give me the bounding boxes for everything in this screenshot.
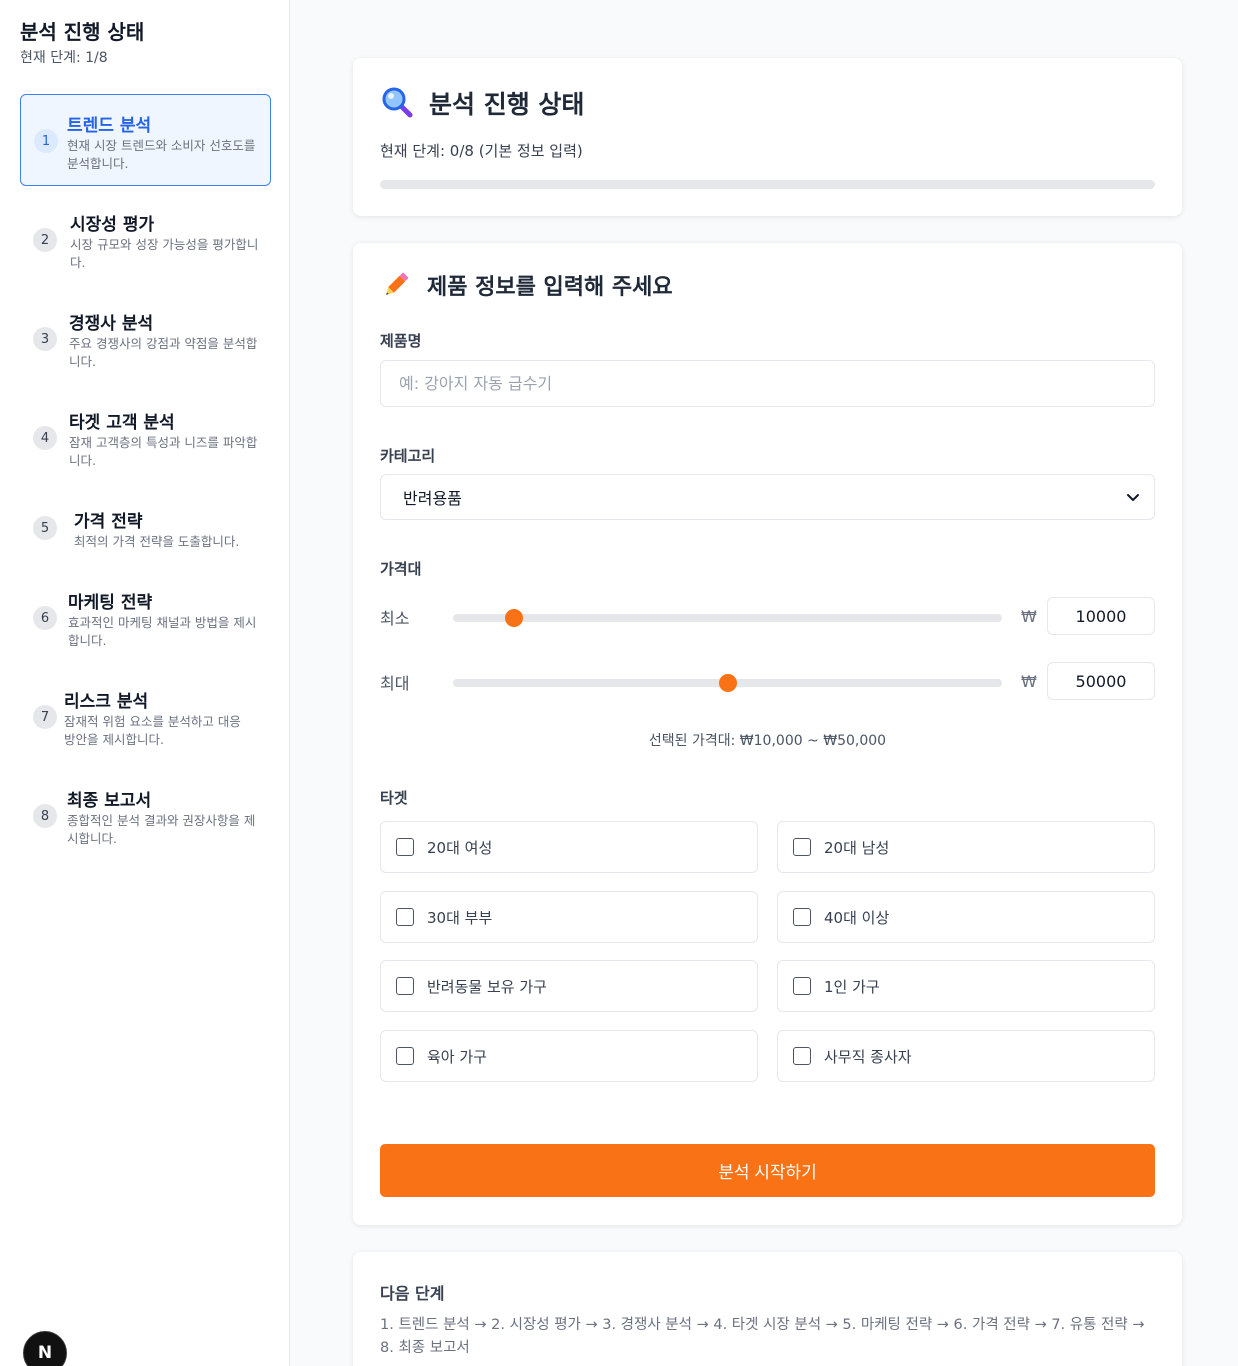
min-price-label: 최소 <box>380 609 410 628</box>
checkbox[interactable] <box>396 977 414 995</box>
target-option[interactable]: 20대 남성 <box>777 821 1155 873</box>
status-title: 분석 진행 상태 <box>429 90 585 119</box>
target-label: 타겟 <box>380 789 408 807</box>
checkbox[interactable] <box>793 1047 811 1065</box>
step-title: 가격 전략 <box>74 512 143 532</box>
target-option[interactable]: 40대 이상 <box>777 891 1155 943</box>
price-range-summary: 선택된 가격대: ₩10,000 ~ ₩50,000 <box>648 733 887 749</box>
sidebar: 분석 진행 상태 현재 단계: 1/8 1 트렌드 분석 현재 시장 트렌드와 … <box>0 0 290 1366</box>
step-competitor[interactable]: 3 경쟁사 분석 주요 경쟁사의 강점과 약점을 분석합니다. <box>20 299 271 391</box>
target-option-label: 40대 이상 <box>824 908 890 927</box>
step-number: 1 <box>34 129 58 153</box>
target-option[interactable]: 30대 부부 <box>380 891 758 943</box>
magnifier-icon <box>381 86 415 120</box>
status-progress-text: 현재 단계: 0/8 (기본 정보 입력) <box>380 142 583 160</box>
step-desc: 현재 시장 트렌드와 소비자 선호도를 분석합니다. <box>67 138 256 171</box>
form-title: 제품 정보를 입력해 주세요 <box>427 275 673 300</box>
step-desc: 종합적인 분석 결과와 권장사항을 제시합니다. <box>67 813 256 846</box>
step-desc: 최적의 가격 전략을 도출합니다. <box>74 534 240 549</box>
max-price-label: 최대 <box>380 674 410 693</box>
sidebar-title: 분석 진행 상태 <box>20 20 145 44</box>
step-title: 리스크 분석 <box>64 692 149 712</box>
target-option-label: 20대 여성 <box>427 838 493 857</box>
pencil-icon <box>381 270 411 300</box>
target-option[interactable]: 반려동물 보유 가구 <box>380 960 758 1012</box>
step-desc: 잠재 고객층의 특성과 니즈를 파악합니다. <box>69 435 258 468</box>
checkbox[interactable] <box>396 1047 414 1065</box>
step-title: 마케팅 전략 <box>68 593 153 613</box>
max-price-input[interactable]: 50000 <box>1047 662 1155 700</box>
step-marketing[interactable]: 6 마케팅 전략 효과적인 마케팅 채널과 방법을 제시합니다. <box>20 578 271 670</box>
category-selected-value: 반려용품 <box>403 489 462 508</box>
min-currency-symbol: ₩ <box>1021 607 1037 626</box>
step-number: 6 <box>33 606 57 630</box>
next-steps-flow: 1. 트렌드 분석 → 2. 시장성 평가 → 3. 경쟁사 분석 → 4. 타… <box>380 1317 1145 1356</box>
step-title: 경쟁사 분석 <box>69 314 154 334</box>
step-desc: 잠재적 위험 요소를 분석하고 대응 방안을 제시합니다. <box>64 714 241 747</box>
status-card: 분석 진행 상태 현재 단계: 0/8 (기본 정보 입력) <box>353 58 1182 216</box>
category-label: 카테고리 <box>380 447 436 465</box>
step-number: 3 <box>33 327 57 351</box>
next-steps-title: 다음 단계 <box>380 1284 445 1303</box>
target-option-label: 사무직 종사자 <box>824 1047 912 1066</box>
max-price-slider[interactable] <box>453 674 1002 692</box>
checkbox[interactable] <box>793 977 811 995</box>
target-option-label: 1인 가구 <box>824 977 880 996</box>
step-title: 타겟 고객 분석 <box>69 413 175 433</box>
step-title: 시장성 평가 <box>70 215 155 235</box>
target-option[interactable]: 육아 가구 <box>380 1030 758 1082</box>
target-option-label: 20대 남성 <box>824 838 890 857</box>
step-number: 7 <box>33 705 57 729</box>
checkbox[interactable] <box>793 908 811 926</box>
checkbox[interactable] <box>396 838 414 856</box>
form-title-row: 제품 정보를 입력해 주세요 <box>381 269 673 301</box>
checkbox[interactable] <box>396 908 414 926</box>
target-option-label: 반려동물 보유 가구 <box>427 977 547 996</box>
step-title: 트렌드 분석 <box>67 116 152 136</box>
step-final-report[interactable]: 8 최종 보고서 종합적인 분석 결과와 권장사항을 제시합니다. <box>20 776 271 868</box>
max-price-thumb[interactable] <box>718 674 737 692</box>
category-select[interactable]: 반려용품 <box>380 474 1155 520</box>
step-number: 8 <box>33 804 57 828</box>
target-option-label: 육아 가구 <box>427 1047 487 1066</box>
step-desc: 주요 경쟁사의 강점과 약점을 분석합니다. <box>69 336 258 369</box>
step-target[interactable]: 4 타겟 고객 분석 잠재 고객층의 특성과 니즈를 파악합니다. <box>20 398 271 490</box>
product-name-label: 제품명 <box>380 332 422 350</box>
product-form-card: 제품 정보를 입력해 주세요 제품명 카테고리 반려용품 가격대 최소 ₩ 10… <box>353 243 1182 1225</box>
min-price-thumb[interactable] <box>505 609 524 627</box>
step-desc: 효과적인 마케팅 채널과 방법을 제시합니다. <box>68 615 257 648</box>
next-dev-badge[interactable]: N <box>23 1331 67 1366</box>
status-progress-bar <box>380 180 1155 189</box>
max-currency-symbol: ₩ <box>1021 672 1037 691</box>
sidebar-current-step: 현재 단계: 1/8 <box>20 50 108 66</box>
target-option[interactable]: 20대 여성 <box>380 821 758 873</box>
step-number: 2 <box>33 228 57 252</box>
step-risk[interactable]: 7 리스크 분석 잠재적 위험 요소를 분석하고 대응 방안을 제시합니다. <box>20 677 271 769</box>
target-option-label: 30대 부부 <box>427 908 493 927</box>
next-steps-card: 다음 단계 1. 트렌드 분석 → 2. 시장성 평가 → 3. 경쟁사 분석 … <box>353 1252 1182 1366</box>
step-number: 5 <box>33 516 57 540</box>
checkbox[interactable] <box>793 838 811 856</box>
start-analysis-button[interactable]: 분석 시작하기 <box>380 1144 1155 1197</box>
target-option[interactable]: 사무직 종사자 <box>777 1030 1155 1082</box>
status-title-row: 분석 진행 상태 <box>381 85 584 121</box>
chevron-down-icon <box>1124 488 1142 506</box>
step-desc: 시장 규모와 성장 가능성을 평가합니다. <box>70 237 259 270</box>
price-range-label: 가격대 <box>380 560 422 578</box>
target-option[interactable]: 1인 가구 <box>777 960 1155 1012</box>
min-price-slider[interactable] <box>453 609 1002 627</box>
step-pricing[interactable]: 5 가격 전략 최적의 가격 전략을 도출합니다. <box>20 497 271 589</box>
product-name-input[interactable] <box>380 360 1155 407</box>
min-price-input[interactable]: 10000 <box>1047 597 1155 635</box>
step-trend[interactable]: 1 트렌드 분석 현재 시장 트렌드와 소비자 선호도를 분석합니다. <box>20 94 271 186</box>
step-market[interactable]: 2 시장성 평가 시장 규모와 성장 가능성을 평가합니다. <box>20 200 271 292</box>
step-number: 4 <box>33 426 57 450</box>
step-title: 최종 보고서 <box>67 791 152 811</box>
